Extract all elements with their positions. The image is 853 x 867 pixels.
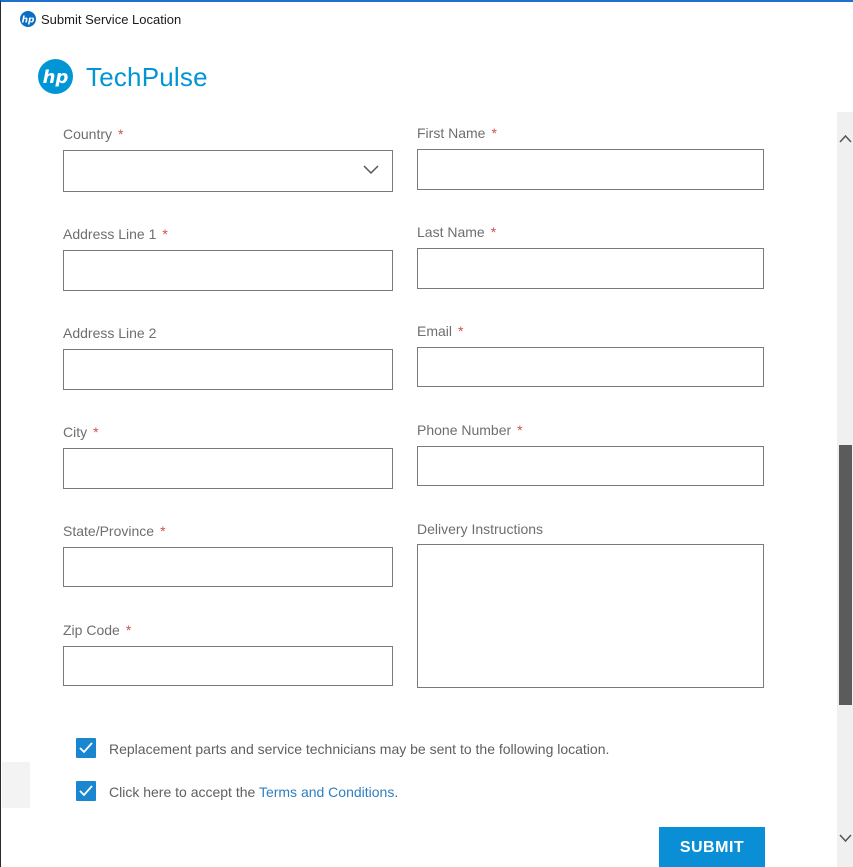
address-line-1-label: Address Line 1 * [63,226,168,242]
zip-code-label: Zip Code * [63,622,131,638]
hp-logo-icon: hp [38,59,73,94]
title-bar: hp Submit Service Location [1,2,853,32]
zip-code-input[interactable] [63,646,393,686]
scrollbar-thumb[interactable] [839,445,852,705]
address-line-1-input[interactable] [63,250,393,291]
first-name-label-text: First Name [417,125,486,141]
svg-text:hp: hp [43,67,69,88]
window-title: Submit Service Location [41,12,182,27]
state-province-label-text: State/Province [63,523,155,539]
phone-number-label-text: Phone Number [417,422,512,438]
city-input[interactable] [63,448,393,489]
required-marker: * [118,126,124,142]
country-select-box[interactable] [63,150,393,192]
terms-checkbox[interactable] [76,781,96,801]
vertical-scrollbar[interactable] [837,112,853,867]
svg-text:hp: hp [22,16,35,26]
required-marker: * [490,224,497,240]
address-line-2-label: Address Line 2 [63,325,156,341]
country-select[interactable] [63,150,393,192]
last-name-input[interactable] [417,248,764,289]
required-marker: * [93,424,99,440]
zip-code-label-text: Zip Code [63,622,120,638]
terms-suffix-text: . [394,784,399,800]
delivery-instructions-label: Delivery Instructions [417,521,543,537]
required-marker: * [517,422,523,438]
city-label-text: City [63,424,88,440]
email-input[interactable] [417,347,764,387]
country-label: Country * [63,126,123,142]
delivery-instructions-label-text: Delivery Instructions [417,521,544,537]
chevron-down-icon[interactable] [839,834,852,843]
left-edge-strip [2,762,30,808]
required-marker: * [491,125,497,141]
terms-prefix-text: Click here to accept the [109,784,259,800]
state-province-input[interactable] [63,547,393,587]
delivery-instructions-textarea[interactable] [417,544,764,688]
last-name-label: Last Name * [417,224,496,240]
email-label-text: Email [417,323,453,339]
required-marker: * [125,622,132,638]
chevron-down-icon[interactable] [363,165,379,175]
address-line-2-input[interactable] [63,349,393,390]
chevron-up-icon[interactable] [839,134,852,143]
city-label: City * [63,424,99,440]
hp-logo-icon: hp [20,11,36,27]
last-name-label-text: Last Name [417,224,485,240]
submit-service-location-window: hp Submit Service Location hp TechPulse … [0,0,853,867]
address-line-1-label-text: Address Line 1 [63,226,157,242]
state-province-label: State/Province * [63,523,166,539]
email-label: Email * [417,323,463,339]
required-marker: * [160,523,166,539]
first-name-label: First Name * [417,125,497,141]
country-label-text: Country [63,126,113,142]
check-icon [79,785,93,797]
terms-checkbox-label: Click here to accept the Terms and Condi… [109,784,398,800]
required-marker: * [458,323,464,339]
terms-and-conditions-link[interactable]: Terms and Conditions [259,784,394,800]
replacement-checkbox-label: Replacement parts and service technician… [109,741,610,757]
brand-name: TechPulse [86,62,208,92]
required-marker: * [162,226,168,242]
submit-button[interactable]: SUBMIT [659,827,765,867]
address-line-2-label-text: Address Line 2 [63,325,157,341]
phone-number-input[interactable] [417,446,764,486]
phone-number-label: Phone Number * [417,422,523,438]
first-name-input[interactable] [417,149,764,190]
check-icon [79,742,93,754]
replacement-checkbox[interactable] [76,738,96,758]
